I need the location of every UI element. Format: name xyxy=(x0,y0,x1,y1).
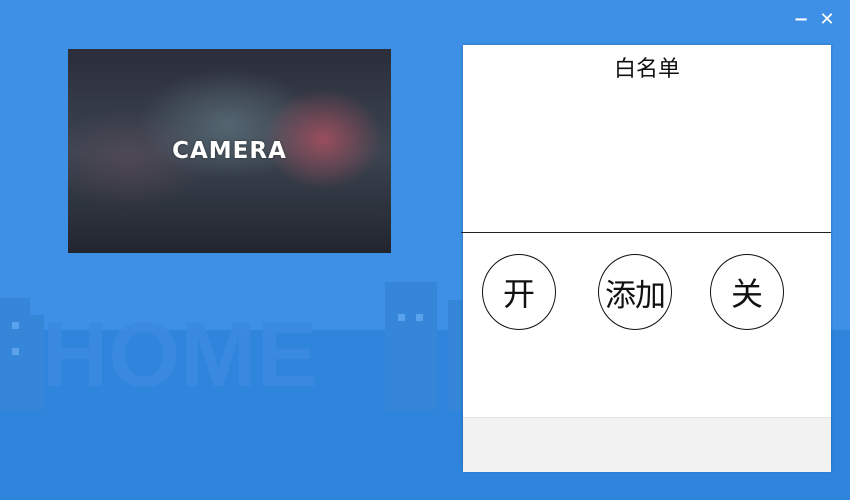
add-button[interactable]: 添加 xyxy=(598,254,672,330)
close-icon[interactable]: ✕ xyxy=(816,10,838,30)
whitelist-title: 白名单 xyxy=(613,57,680,82)
home-background-art: HOME xyxy=(0,282,466,410)
close-button[interactable]: 关 xyxy=(710,254,784,330)
panel-footer xyxy=(463,417,831,472)
open-button[interactable]: 开 xyxy=(482,254,556,330)
whitelist-panel: 白名单 开 添加 关 xyxy=(461,45,831,472)
camera-preview: CAMERA xyxy=(68,49,391,253)
panel-divider xyxy=(461,232,831,233)
minimize-icon[interactable]: − xyxy=(790,10,812,30)
home-art-text: HOME xyxy=(42,304,318,406)
camera-label: CAMERA xyxy=(172,138,287,164)
